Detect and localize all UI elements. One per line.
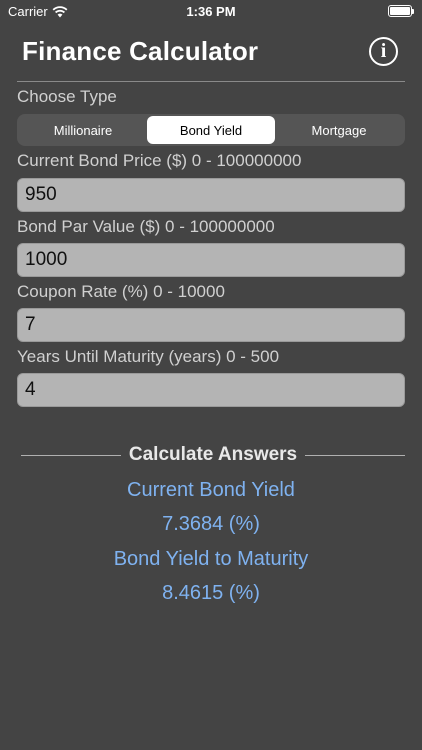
par-value-label: Bond Par Value ($) 0 - 100000000 xyxy=(17,217,275,236)
answers-section-header: Calculate Answers xyxy=(21,444,406,466)
segment-millionaire[interactable]: Millionaire xyxy=(19,116,147,144)
coupon-rate-field[interactable]: 7 xyxy=(17,308,405,342)
status-bar: Carrier 1:36 PM xyxy=(0,0,422,24)
segment-bond-yield[interactable]: Bond Yield xyxy=(147,116,275,144)
years-maturity-field[interactable]: 4 xyxy=(17,373,405,407)
coupon-rate-label: Coupon Rate (%) 0 - 10000 xyxy=(17,282,225,301)
current-yield-label: Current Bond Yield xyxy=(127,479,295,501)
app-title: Finance Calculator xyxy=(22,36,259,66)
clock: 1:36 PM xyxy=(186,4,236,19)
bond-price-label: Current Bond Price ($) 0 - 100000000 xyxy=(17,151,302,170)
ytm-value: 8.4615 (%) xyxy=(162,582,260,604)
ytm-label: Bond Yield to Maturity xyxy=(113,548,309,570)
info-icon[interactable]: i xyxy=(369,37,398,66)
battery-icon xyxy=(388,5,414,17)
years-maturity-label: Years Until Maturity (years) 0 - 500 xyxy=(17,347,280,366)
choose-type-label: Choose Type xyxy=(17,87,117,106)
segment-mortgage[interactable]: Mortgage xyxy=(275,116,403,144)
current-yield-value: 7.3684 (%) xyxy=(162,513,260,535)
answers-divider-left xyxy=(21,454,121,456)
bond-price-field[interactable]: 950 xyxy=(17,178,405,212)
par-value-field[interactable]: 1000 xyxy=(17,243,405,277)
answers-heading: Calculate Answers xyxy=(128,444,298,465)
header-divider xyxy=(17,81,405,82)
type-segmented-control[interactable]: Millionaire Bond Yield Mortgage xyxy=(17,114,405,146)
answers-divider-right xyxy=(305,454,406,456)
